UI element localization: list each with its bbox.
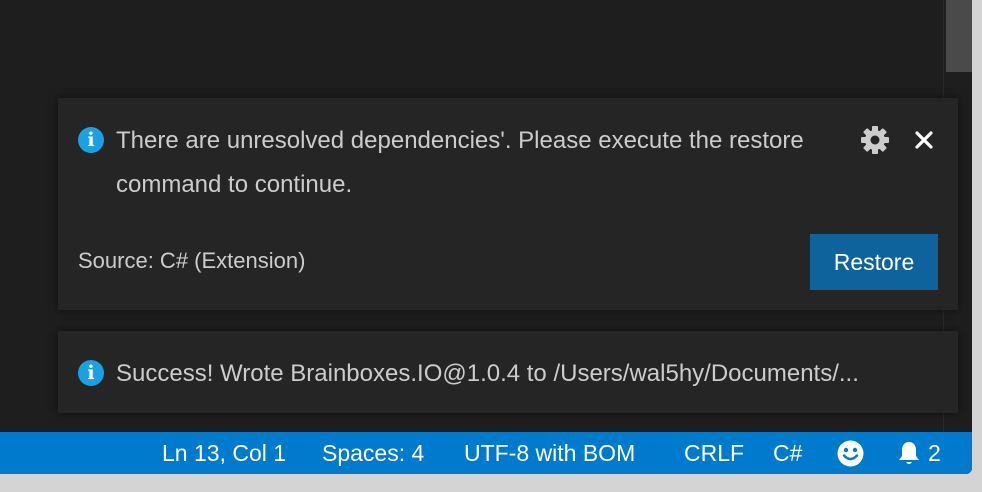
notification-dependencies: i There are unresolved dependencies'. Pl… <box>58 98 958 310</box>
notification-message: There are unresolved dependencies'. Plea… <box>116 127 804 198</box>
notification-source: Source: C# (Extension) <box>78 248 306 273</box>
restore-button[interactable]: Restore <box>810 234 938 290</box>
notification-count[interactable]: 2 <box>928 432 941 474</box>
notification-success: i Success! Wrote Brainboxes.IO@1.0.4 to … <box>58 331 958 413</box>
status-line-ending[interactable]: CRLF <box>684 432 744 474</box>
close-icon[interactable] <box>910 126 938 154</box>
editor-window: i There are unresolved dependencies'. Pl… <box>0 0 972 474</box>
info-icon: i <box>78 127 104 153</box>
status-indentation[interactable]: Spaces: 4 <box>322 432 424 474</box>
bell-icon[interactable] <box>897 440 921 466</box>
gear-icon[interactable] <box>859 124 891 156</box>
notification-message: Success! Wrote Brainboxes.IO@1.0.4 to /U… <box>116 360 859 387</box>
smiley-icon[interactable] <box>836 439 865 468</box>
info-icon: i <box>78 360 104 386</box>
status-language[interactable]: C# <box>773 432 802 474</box>
status-bar: Ln 13, Col 1 Spaces: 4 UTF-8 with BOM CR… <box>0 432 972 474</box>
status-encoding[interactable]: UTF-8 with BOM <box>464 432 635 474</box>
status-cursor-position[interactable]: Ln 13, Col 1 <box>162 432 286 474</box>
scrollbar-thumb[interactable] <box>946 0 972 72</box>
